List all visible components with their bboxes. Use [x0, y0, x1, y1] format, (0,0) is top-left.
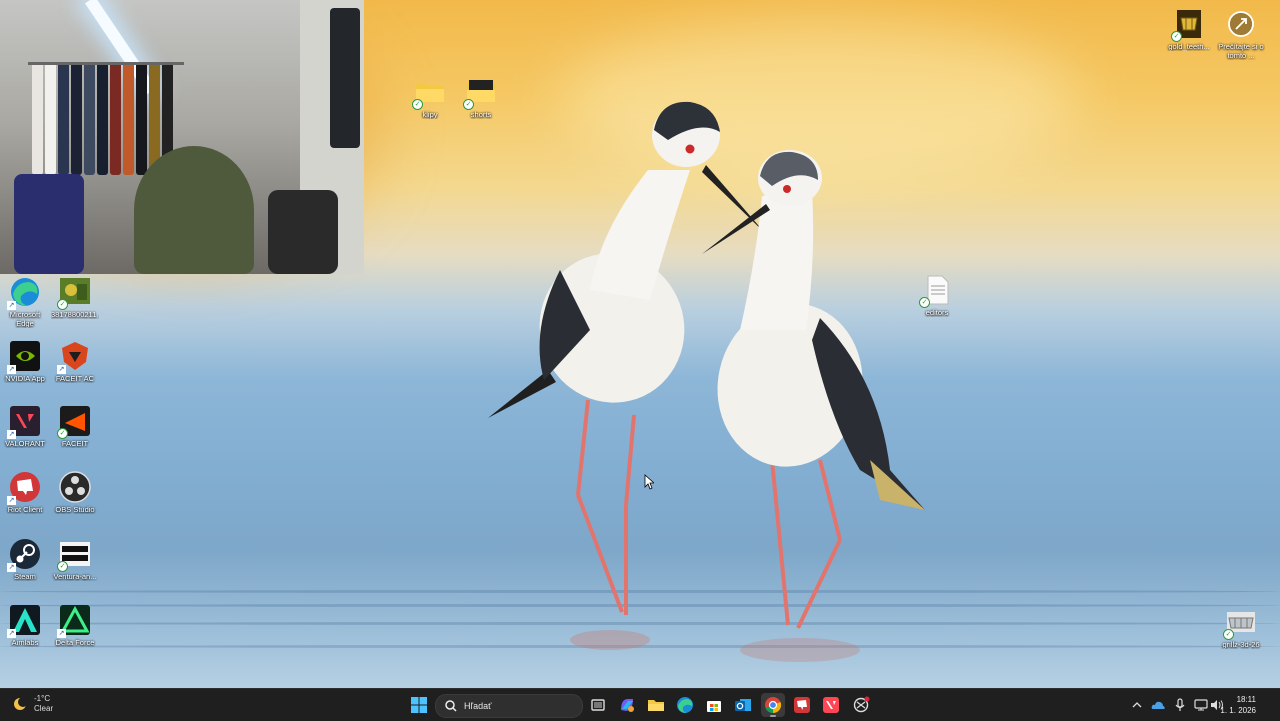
webcam-blue-bag [14, 174, 84, 274]
desktop-folder-shorts[interactable]: ✓ shorts [457, 76, 505, 119]
webcam-clothing [84, 65, 95, 175]
delta-force-icon: ↗ [57, 604, 91, 638]
weather-temperature: -1°C [34, 694, 51, 703]
obs-icon [59, 471, 91, 503]
copilot-icon [621, 699, 634, 712]
desktop-icon-nvidia-app[interactable]: ↗ NVIDIA App [1, 340, 49, 383]
valorant-taskbar-button[interactable] [819, 693, 843, 717]
webcam-clothing [45, 65, 56, 175]
folder-icon: ✓ [412, 76, 446, 110]
desktop-file-editors[interactable]: ✓ editors [913, 274, 961, 317]
desktop-folder-klipy[interactable]: ✓ klipy [406, 76, 454, 119]
aimlabs-icon: ↗ [7, 604, 41, 638]
moon-icon [12, 696, 28, 712]
search-input[interactable] [462, 700, 576, 712]
microphone-icon[interactable] [1172, 697, 1188, 713]
desktop-icon-faceit[interactable]: ✓ FACEIT [51, 405, 99, 448]
snipping-tool-button[interactable] [849, 693, 873, 717]
steam-icon: ↗ [7, 538, 41, 572]
desktop-icon-riot-client[interactable]: ↗ Riot Client [1, 471, 49, 514]
webcam-clothing [123, 65, 134, 175]
chevron-up-icon[interactable] [1129, 697, 1145, 713]
text-file-icon: ✓ [919, 274, 953, 308]
nvidia-icon: ↗ [7, 340, 41, 374]
desktop-icon-steam[interactable]: ↗ Steam [1, 538, 49, 581]
chrome-icon [765, 697, 782, 714]
webcam-clothing [71, 65, 82, 175]
microsoft-store-button[interactable] [702, 693, 726, 717]
desktop-icon-aimlabs[interactable]: ↗ Aimlabs [1, 604, 49, 647]
active-indicator [770, 715, 776, 717]
riot-client-taskbar-button[interactable] [790, 693, 814, 717]
edge-icon [677, 697, 693, 713]
faceit-icon: ✓ [57, 405, 91, 439]
outlook-button[interactable] [731, 693, 755, 717]
search-icon [445, 700, 457, 712]
weather-widget[interactable]: -1°C Clear [12, 694, 53, 714]
clock-date: 1. 1. 2026 [1220, 706, 1256, 715]
system-clock[interactable]: 18:11 1. 1. 2026 [1220, 694, 1256, 716]
network-icon[interactable] [1193, 697, 1209, 713]
microsoft-store-icon [707, 701, 721, 712]
webcam-overlay [0, 0, 364, 274]
valorant-icon: ↗ [7, 405, 41, 439]
start-button[interactable] [407, 693, 431, 717]
image-thumbnail-icon: ✓ [1223, 606, 1257, 640]
weather-condition: Clear [34, 704, 54, 713]
desktop-icon-edge[interactable]: ↗ Microsoft Edge [1, 276, 49, 328]
desktop-file-gold-teeth[interactable]: ✓ gold_teeth... [1165, 8, 1213, 51]
desktop-icon-whitetower[interactable]: ✓ Ventura-an... [51, 538, 99, 581]
desktop-file-grillz[interactable]: ✓ grillz-3d-26 [1217, 606, 1265, 649]
spotlight-info-icon [1225, 8, 1257, 40]
file-explorer-icon [648, 700, 664, 711]
webcam-clothing [110, 65, 121, 175]
task-view-button[interactable] [586, 693, 610, 717]
valorant-icon [823, 697, 839, 713]
copilot-button[interactable] [615, 693, 639, 717]
desktop-icon-valorant[interactable]: ↗ VALORANT [1, 405, 49, 448]
desktop-icon-delta-force[interactable]: ↗ Delta Force [51, 604, 99, 647]
webcam-clothing [97, 65, 108, 175]
desktop-icon-obs-studio[interactable]: OBS Studio [51, 471, 99, 514]
taskbar: -1°C Clear Hľadať 18:11 1. 1. 2026 [0, 688, 1280, 721]
faceit-ac-icon: ↗ [57, 340, 91, 374]
folder-icon: ✓ [463, 76, 497, 110]
webcam-person [134, 146, 254, 274]
edge-icon: ↗ [7, 276, 41, 310]
webcam-clothing [58, 65, 69, 175]
webcam-clothing [136, 65, 147, 175]
webcam-dark-object [268, 190, 338, 274]
clock-time: 18:11 [1236, 695, 1256, 704]
desktop-spotlight-info[interactable]: Prečítajte si o tomto ... [1217, 8, 1265, 60]
mouse-cursor-icon [644, 474, 654, 490]
windows-start-icon [411, 697, 427, 713]
file-explorer-button[interactable] [644, 693, 668, 717]
riot-client-icon [794, 697, 810, 713]
edge-taskbar-button[interactable] [673, 693, 697, 717]
image-thumbnail-icon: ✓ [57, 276, 91, 310]
desktop-icon-faceit-ac[interactable]: ↗ FACEIT AC [51, 340, 99, 383]
chrome-button[interactable] [761, 693, 785, 717]
whitetower-icon: ✓ [57, 538, 91, 572]
onedrive-icon[interactable] [1150, 697, 1166, 713]
taskbar-search[interactable] [435, 694, 583, 718]
right-stilt-bird [702, 150, 925, 629]
snipping-tool-icon [853, 696, 870, 713]
task-view-icon [591, 699, 605, 711]
webcam-clothing [32, 65, 43, 175]
image-thumbnail-icon: ✓ [1171, 8, 1205, 42]
webcam-coat [330, 8, 360, 148]
outlook-icon [735, 699, 751, 711]
riot-client-icon: ↗ [7, 471, 41, 505]
desktop-icon-image-thumbnail[interactable]: ✓ 38178800211... [51, 276, 99, 319]
